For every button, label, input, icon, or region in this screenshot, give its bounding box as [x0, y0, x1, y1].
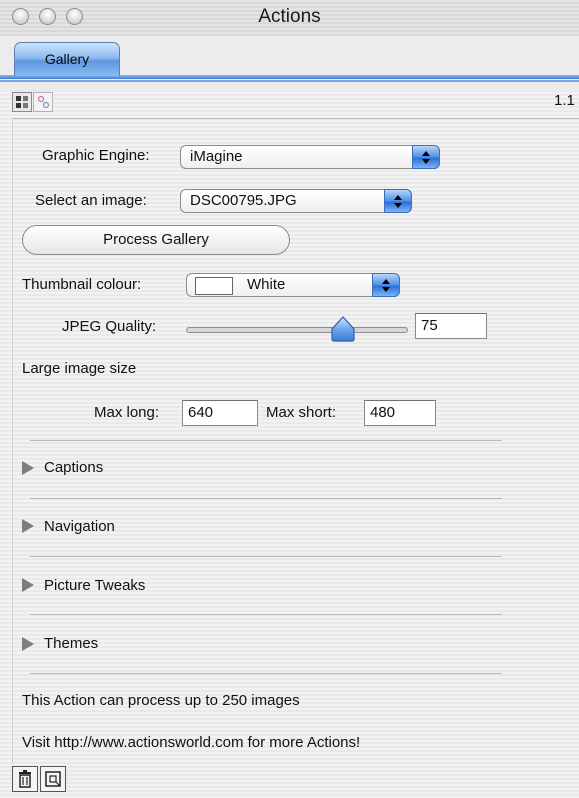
bottom-toolbar [12, 766, 579, 798]
large-image-size-heading: Large image size [22, 360, 137, 377]
layout-view-icon[interactable] [12, 92, 32, 112]
jpeg-quality-slider-track[interactable] [186, 327, 408, 333]
separator [30, 498, 502, 499]
window-title: Actions [258, 6, 321, 27]
gallery-panel [12, 118, 579, 764]
section-themes[interactable]: Themes [44, 635, 98, 652]
separator [30, 614, 502, 615]
section-navigation[interactable]: Navigation [44, 518, 115, 535]
thumbnail-colour-label: Thumbnail colour: [22, 276, 142, 293]
graphic-engine-label: Graphic Engine: [42, 147, 150, 164]
capacity-note: This Action can process up to 250 images [22, 692, 300, 709]
jpeg-quality-slider-thumb[interactable] [330, 315, 356, 343]
new-action-icon[interactable] [40, 766, 66, 792]
tab-gallery[interactable]: Gallery [14, 42, 120, 76]
disclosure-triangle-icon[interactable] [22, 519, 34, 533]
settings-view-icon[interactable] [33, 92, 53, 112]
max-short-field[interactable]: 480 [364, 400, 436, 426]
jpeg-quality-field[interactable]: 75 [415, 313, 487, 339]
chevron-updown-icon [372, 273, 400, 297]
select-image-label: Select an image: [35, 192, 147, 209]
graphic-engine-value: iMagine [190, 148, 243, 165]
separator [30, 556, 502, 557]
max-long-field[interactable]: 640 [182, 400, 258, 426]
website-note: Visit http://www.actionsworld.com for mo… [22, 734, 361, 751]
disclosure-triangle-icon[interactable] [22, 637, 34, 651]
trash-icon[interactable] [12, 766, 38, 792]
section-picture-tweaks[interactable]: Picture Tweaks [44, 577, 145, 594]
chevron-updown-icon [412, 145, 440, 169]
thumbnail-colour-popup[interactable]: White [186, 273, 400, 297]
tab-bar: Gallery [0, 36, 579, 90]
max-long-label: Max long: [94, 404, 160, 421]
thumbnail-colour-value: White [247, 276, 286, 293]
separator [30, 673, 502, 674]
disclosure-triangle-icon[interactable] [22, 461, 34, 475]
select-image-value: DSC00795.JPG [190, 192, 297, 209]
version-label: 1.1 [554, 92, 575, 109]
separator [30, 440, 502, 441]
tab-underline-shadow [0, 80, 579, 82]
graphic-engine-popup[interactable]: iMagine [180, 145, 440, 169]
select-image-popup[interactable]: DSC00795.JPG [180, 189, 412, 213]
section-captions[interactable]: Captions [44, 459, 103, 476]
disclosure-triangle-icon[interactable] [22, 578, 34, 592]
actions-window: Actions Gallery 1.1 Graphic Engine: iMag… [0, 0, 579, 798]
max-short-label: Max short: [266, 404, 337, 421]
colour-swatch [195, 277, 233, 295]
view-toolbar [12, 92, 579, 114]
jpeg-quality-label: JPEG Quality: [62, 318, 157, 335]
process-gallery-button[interactable]: Process Gallery [22, 225, 290, 255]
title-bar[interactable]: Actions [0, 0, 579, 37]
chevron-updown-icon [384, 189, 412, 213]
